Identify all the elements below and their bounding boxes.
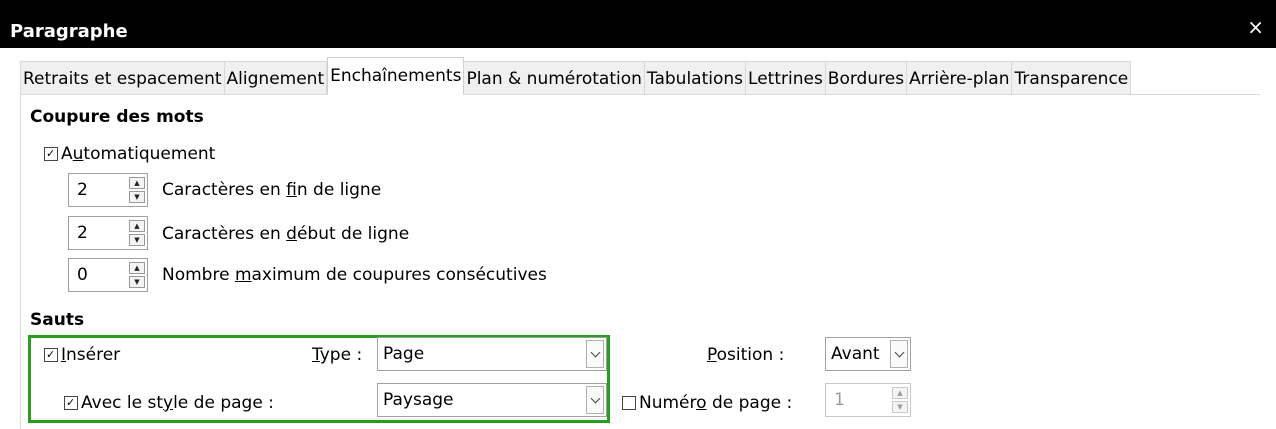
- chevron-down-icon[interactable]: [586, 340, 604, 368]
- start-chars-label: Caractères en début de ligne: [162, 224, 410, 244]
- spin-up-icon[interactable]: ▲: [129, 220, 145, 232]
- close-icon[interactable]: ×: [1247, 16, 1264, 38]
- hyphenation-heading: Coupure des mots: [30, 107, 204, 127]
- chevron-down-icon[interactable]: [890, 340, 908, 368]
- position-value[interactable]: Avant: [826, 344, 890, 364]
- type-select[interactable]: Page: [377, 337, 607, 371]
- insert-checkbox[interactable]: Insérer: [44, 344, 120, 366]
- max-consecutive-value[interactable]: 0: [69, 259, 129, 291]
- checkbox-checked-icon[interactable]: [44, 348, 58, 362]
- type-value[interactable]: Page: [378, 344, 586, 364]
- start-chars-spinbox[interactable]: 2 ▲ ▼: [68, 216, 148, 250]
- dialog-title: Paragraphe: [10, 21, 128, 42]
- position-label: Position :: [707, 345, 785, 365]
- end-chars-value[interactable]: 2: [69, 174, 129, 206]
- automatic-checkbox[interactable]: Automatiquement: [44, 143, 215, 165]
- page-style-select[interactable]: Paysage: [377, 383, 607, 417]
- page-number-spinbox[interactable]: 1 ▲ ▼: [825, 383, 911, 417]
- page-style-label: Avec le style de page :: [81, 393, 274, 413]
- checkbox-unchecked-icon[interactable]: [622, 396, 636, 410]
- max-consecutive-label: Nombre maximum de coupures consécutives: [162, 265, 547, 285]
- tab-bordures[interactable]: Bordures: [825, 61, 908, 95]
- breaks-heading: Sauts: [30, 310, 85, 330]
- tab-lettrines[interactable]: Lettrines: [746, 61, 826, 95]
- automatic-label: Automatiquement: [61, 144, 216, 164]
- checkbox-checked-icon[interactable]: [64, 396, 78, 410]
- tab-tabulations[interactable]: Tabulations: [644, 61, 747, 95]
- end-chars-spinbox[interactable]: 2 ▲ ▼: [68, 173, 148, 207]
- tab-alignement[interactable]: Alignement: [224, 61, 328, 95]
- spin-down-icon[interactable]: ▼: [129, 276, 145, 288]
- tab-strip: Retraits et espacement Alignement Enchaî…: [20, 57, 1132, 95]
- insert-label: Insérer: [61, 345, 121, 365]
- tab-enchainements[interactable]: Enchaînements: [327, 57, 465, 95]
- tab-arriere-plan[interactable]: Arrière-plan: [907, 61, 1013, 95]
- checkbox-checked-icon[interactable]: [44, 147, 58, 161]
- spin-down-icon[interactable]: ▼: [129, 191, 145, 203]
- page-style-value[interactable]: Paysage: [378, 390, 586, 410]
- position-select[interactable]: Avant: [825, 337, 911, 371]
- title-bar: Paragraphe ×: [0, 0, 1276, 48]
- spin-up-icon[interactable]: ▲: [892, 387, 908, 399]
- max-consecutive-spinbox[interactable]: 0 ▲ ▼: [68, 258, 148, 292]
- spin-up-icon[interactable]: ▲: [129, 177, 145, 189]
- spin-down-icon[interactable]: ▼: [892, 401, 908, 413]
- page-number-checkbox[interactable]: Numéro de page :: [622, 392, 792, 414]
- tab-plan-numerotation[interactable]: Plan & numérotation: [464, 61, 645, 95]
- page-number-value[interactable]: 1: [826, 384, 892, 416]
- spin-up-icon[interactable]: ▲: [129, 262, 145, 274]
- tab-retraits-espacement[interactable]: Retraits et espacement: [20, 61, 225, 95]
- page-number-label: Numéro de page :: [639, 393, 793, 413]
- chevron-down-icon[interactable]: [586, 386, 604, 414]
- end-chars-label: Caractères en fin de ligne: [162, 180, 382, 200]
- tab-transparence[interactable]: Transparence: [1012, 61, 1132, 95]
- page-style-checkbox[interactable]: Avec le style de page :: [64, 392, 274, 414]
- start-chars-value[interactable]: 2: [69, 217, 129, 249]
- type-label: Type :: [312, 345, 363, 365]
- spin-down-icon[interactable]: ▼: [129, 234, 145, 246]
